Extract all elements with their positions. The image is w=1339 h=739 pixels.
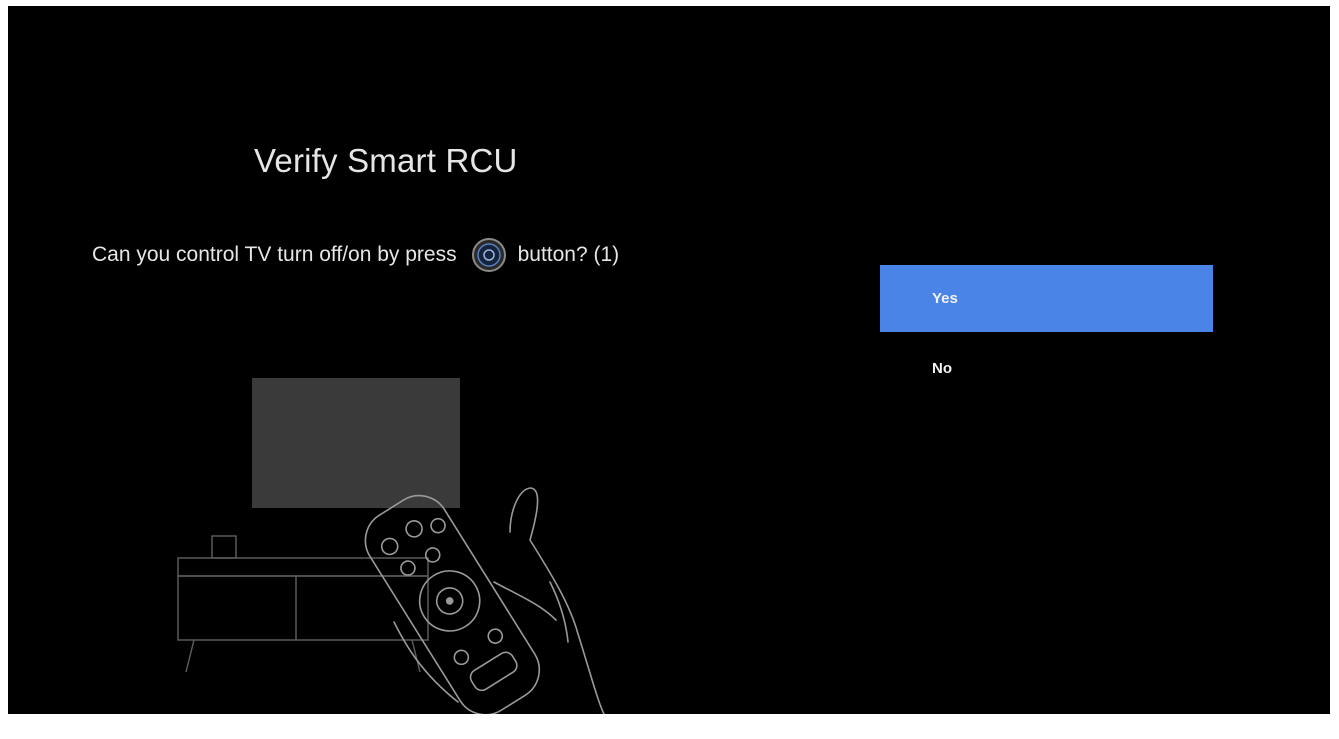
power-button-icon	[471, 237, 507, 273]
answer-options: Yes No	[880, 265, 1213, 404]
tv-illustration-screen	[252, 378, 460, 508]
question-text-start: Can you control TV turn off/on by press	[92, 243, 457, 266]
remote-outline	[364, 494, 541, 714]
yes-option[interactable]: Yes	[880, 265, 1213, 332]
tv-screen: Verify Smart RCU Can you control TV turn…	[8, 6, 1330, 714]
tv-cabinet	[177, 557, 429, 673]
page-title: Verify Smart RCU	[254, 142, 518, 179]
no-option-label: No	[932, 359, 952, 377]
verify-question: Can you control TV turn off/on by press …	[92, 234, 619, 276]
tv-with-remote-icon	[158, 372, 618, 714]
thumb-outline	[493, 581, 557, 621]
question-text-end: button? (1)	[517, 243, 620, 266]
yes-option-label: Yes	[932, 290, 958, 307]
no-option[interactable]: No	[880, 332, 1213, 404]
